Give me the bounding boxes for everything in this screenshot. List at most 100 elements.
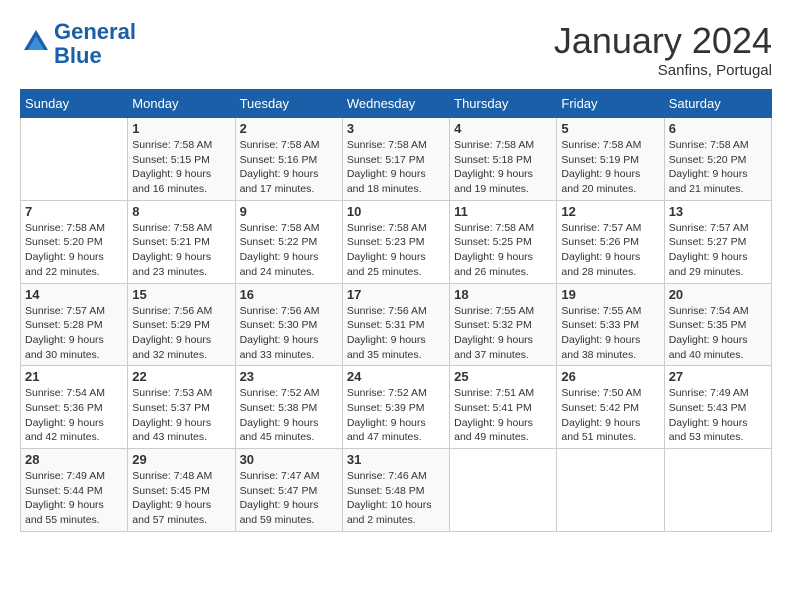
calendar-cell: 15 Sunrise: 7:56 AM Sunset: 5:29 PM Dayli… [128,283,235,366]
day-number: 23 [240,369,338,384]
calendar-week-row: 1 Sunrise: 7:58 AM Sunset: 5:15 PM Daylig… [21,118,772,201]
weekday-header: Sunday [21,90,128,118]
weekday-header: Saturday [664,90,771,118]
calendar-cell: 21 Sunrise: 7:54 AM Sunset: 5:36 PM Dayli… [21,366,128,449]
day-number: 24 [347,369,445,384]
location-subtitle: Sanfins, Portugal [554,62,772,79]
calendar-cell: 17 Sunrise: 7:56 AM Sunset: 5:31 PM Dayli… [342,283,449,366]
day-number: 5 [561,121,659,136]
day-number: 9 [240,204,338,219]
weekday-header: Thursday [450,90,557,118]
weekday-header: Friday [557,90,664,118]
calendar-cell: 22 Sunrise: 7:53 AM Sunset: 5:37 PM Dayli… [128,366,235,449]
weekday-header: Tuesday [235,90,342,118]
day-info: Sunrise: 7:55 AM Sunset: 5:33 PM Dayligh… [561,304,659,363]
day-number: 14 [25,287,123,302]
day-number: 21 [25,369,123,384]
day-info: Sunrise: 7:58 AM Sunset: 5:19 PM Dayligh… [561,138,659,197]
day-info: Sunrise: 7:57 AM Sunset: 5:26 PM Dayligh… [561,221,659,280]
day-number: 26 [561,369,659,384]
logo-text: General Blue [54,20,136,68]
day-number: 30 [240,452,338,467]
day-info: Sunrise: 7:58 AM Sunset: 5:18 PM Dayligh… [454,138,552,197]
day-number: 6 [669,121,767,136]
day-info: Sunrise: 7:57 AM Sunset: 5:28 PM Dayligh… [25,304,123,363]
month-title: January 2024 [554,20,772,62]
day-number: 22 [132,369,230,384]
day-info: Sunrise: 7:56 AM Sunset: 5:29 PM Dayligh… [132,304,230,363]
day-info: Sunrise: 7:52 AM Sunset: 5:38 PM Dayligh… [240,386,338,445]
calendar-cell: 23 Sunrise: 7:52 AM Sunset: 5:38 PM Dayli… [235,366,342,449]
day-info: Sunrise: 7:50 AM Sunset: 5:42 PM Dayligh… [561,386,659,445]
calendar-cell: 30 Sunrise: 7:47 AM Sunset: 5:47 PM Dayli… [235,449,342,532]
day-info: Sunrise: 7:58 AM Sunset: 5:17 PM Dayligh… [347,138,445,197]
day-info: Sunrise: 7:54 AM Sunset: 5:36 PM Dayligh… [25,386,123,445]
day-info: Sunrise: 7:57 AM Sunset: 5:27 PM Dayligh… [669,221,767,280]
day-number: 11 [454,204,552,219]
day-number: 19 [561,287,659,302]
day-number: 17 [347,287,445,302]
calendar-cell: 3Sunrise: 7:58 AM Sunset: 5:17 PM Daylig… [342,118,449,201]
calendar-table: SundayMondayTuesdayWednesdayThursdayFrid… [20,89,772,532]
calendar-cell: 26 Sunrise: 7:50 AM Sunset: 5:42 PM Dayli… [557,366,664,449]
calendar-cell: 19 Sunrise: 7:55 AM Sunset: 5:33 PM Dayli… [557,283,664,366]
day-number: 15 [132,287,230,302]
calendar-cell: 11 Sunrise: 7:58 AM Sunset: 5:25 PM Dayli… [450,200,557,283]
calendar-cell: 16Sunrise: 7:56 AM Sunset: 5:30 PM Dayli… [235,283,342,366]
day-number: 10 [347,204,445,219]
calendar-cell: 4 Sunrise: 7:58 AM Sunset: 5:18 PM Daylig… [450,118,557,201]
day-info: Sunrise: 7:58 AM Sunset: 5:22 PM Dayligh… [240,221,338,280]
day-number: 27 [669,369,767,384]
calendar-cell [557,449,664,532]
day-info: Sunrise: 7:58 AM Sunset: 5:20 PM Dayligh… [25,221,123,280]
day-number: 16 [240,287,338,302]
weekday-header: Wednesday [342,90,449,118]
calendar-header-row: SundayMondayTuesdayWednesdayThursdayFrid… [21,90,772,118]
calendar-week-row: 21 Sunrise: 7:54 AM Sunset: 5:36 PM Dayli… [21,366,772,449]
logo: General Blue [20,20,136,68]
calendar-cell: 6 Sunrise: 7:58 AM Sunset: 5:20 PM Daylig… [664,118,771,201]
calendar-cell: 5 Sunrise: 7:58 AM Sunset: 5:19 PM Daylig… [557,118,664,201]
calendar-cell: 7 Sunrise: 7:58 AM Sunset: 5:20 PM Daylig… [21,200,128,283]
day-info: Sunrise: 7:58 AM Sunset: 5:25 PM Dayligh… [454,221,552,280]
day-info: Sunrise: 7:49 AM Sunset: 5:44 PM Dayligh… [25,469,123,528]
calendar-cell: 1 Sunrise: 7:58 AM Sunset: 5:15 PM Daylig… [128,118,235,201]
day-info: Sunrise: 7:47 AM Sunset: 5:47 PM Dayligh… [240,469,338,528]
calendar-cell: 2 Sunrise: 7:58 AM Sunset: 5:16 PM Daylig… [235,118,342,201]
day-number: 1 [132,121,230,136]
day-info: Sunrise: 7:46 AM Sunset: 5:48 PM Dayligh… [347,469,445,528]
day-info: Sunrise: 7:58 AM Sunset: 5:23 PM Dayligh… [347,221,445,280]
day-number: 13 [669,204,767,219]
day-info: Sunrise: 7:54 AM Sunset: 5:35 PM Dayligh… [669,304,767,363]
day-number: 2 [240,121,338,136]
day-number: 29 [132,452,230,467]
calendar-cell [664,449,771,532]
calendar-cell: 13 Sunrise: 7:57 AM Sunset: 5:27 PM Dayli… [664,200,771,283]
day-info: Sunrise: 7:55 AM Sunset: 5:32 PM Dayligh… [454,304,552,363]
title-block: January 2024 Sanfins, Portugal [554,20,772,79]
day-number: 28 [25,452,123,467]
day-info: Sunrise: 7:58 AM Sunset: 5:20 PM Dayligh… [669,138,767,197]
day-info: Sunrise: 7:52 AM Sunset: 5:39 PM Dayligh… [347,386,445,445]
day-number: 18 [454,287,552,302]
calendar-cell: 20 Sunrise: 7:54 AM Sunset: 5:35 PM Dayli… [664,283,771,366]
day-info: Sunrise: 7:56 AM Sunset: 5:31 PM Dayligh… [347,304,445,363]
calendar-cell [450,449,557,532]
day-info: Sunrise: 7:53 AM Sunset: 5:37 PM Dayligh… [132,386,230,445]
calendar-cell: 10 Sunrise: 7:58 AM Sunset: 5:23 PM Dayli… [342,200,449,283]
day-number: 4 [454,121,552,136]
calendar-body: 1 Sunrise: 7:58 AM Sunset: 5:15 PM Daylig… [21,118,772,532]
day-info: Sunrise: 7:48 AM Sunset: 5:45 PM Dayligh… [132,469,230,528]
day-info: Sunrise: 7:58 AM Sunset: 5:16 PM Dayligh… [240,138,338,197]
calendar-week-row: 28 Sunrise: 7:49 AM Sunset: 5:44 PM Dayli… [21,449,772,532]
calendar-cell: 18 Sunrise: 7:55 AM Sunset: 5:32 PM Dayli… [450,283,557,366]
day-info: Sunrise: 7:58 AM Sunset: 5:15 PM Dayligh… [132,138,230,197]
day-number: 25 [454,369,552,384]
calendar-cell [21,118,128,201]
day-number: 7 [25,204,123,219]
day-number: 20 [669,287,767,302]
calendar-cell: 12Sunrise: 7:57 AM Sunset: 5:26 PM Dayli… [557,200,664,283]
calendar-cell: 9 Sunrise: 7:58 AM Sunset: 5:22 PM Daylig… [235,200,342,283]
calendar-week-row: 14 Sunrise: 7:57 AM Sunset: 5:28 PM Dayli… [21,283,772,366]
day-info: Sunrise: 7:49 AM Sunset: 5:43 PM Dayligh… [669,386,767,445]
